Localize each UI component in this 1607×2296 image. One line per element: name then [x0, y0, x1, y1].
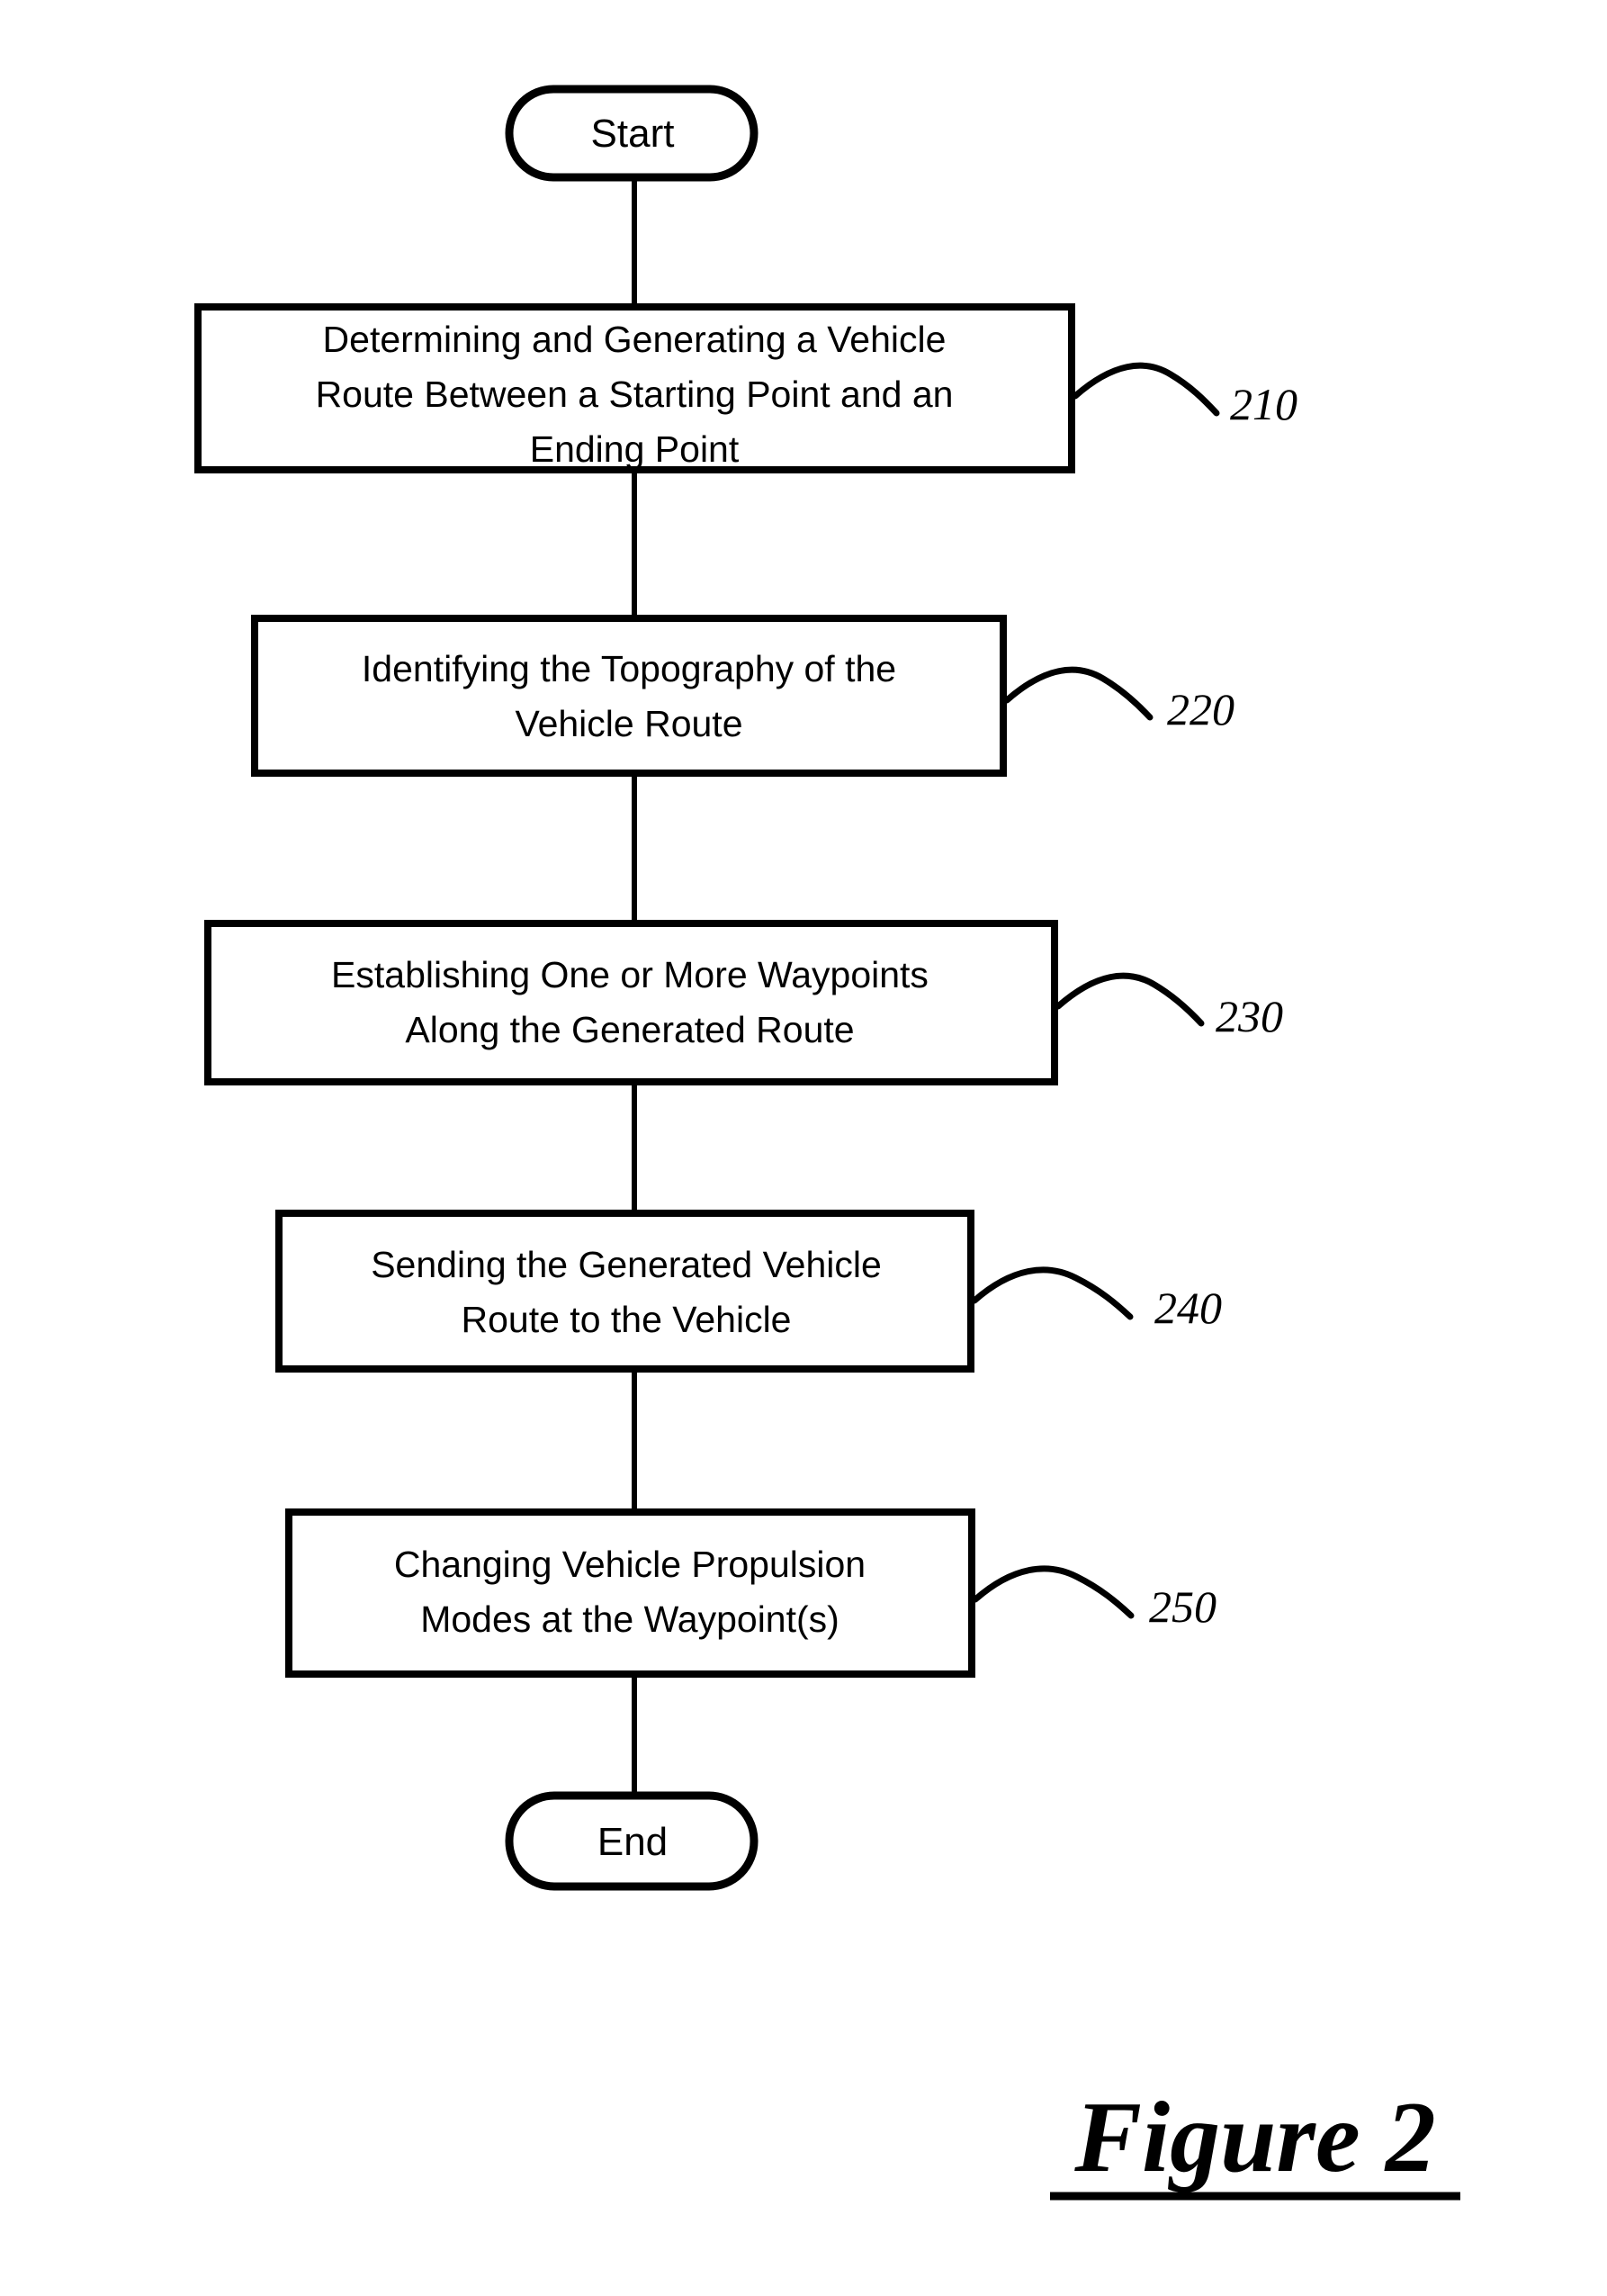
flowchart-svg: Start Determining and Generating a Vehic…: [194, 85, 1460, 2201]
step-230-label-line2: Along the Generated Route: [405, 1009, 854, 1050]
figure-caption-label: Figure 2: [1073, 2082, 1435, 2193]
leader-line-250: [972, 1565, 1135, 1619]
callout-210: 210: [1230, 379, 1297, 429]
step-220-label-line2: Vehicle Route: [515, 703, 742, 744]
patent-figure-canvas: Start Determining and Generating a Vehic…: [0, 0, 1607, 2296]
node-step-240: Sending the Generated Vehicle Route to t…: [275, 1210, 1222, 1373]
step-240-label-line2: Route to the Vehicle: [462, 1299, 792, 1340]
step-210-label-line1: Determining and Generating a Vehicle: [323, 319, 947, 360]
callout-250: 250: [1149, 1581, 1216, 1632]
node-step-220: Identifying the Topography of the Vehicl…: [251, 615, 1234, 777]
leader-line-240: [971, 1266, 1134, 1320]
step-220-label-line1: Identifying the Topography of the: [362, 648, 896, 689]
end-terminator-label: End: [597, 1820, 668, 1864]
step-210-label-line3: Ending Point: [530, 428, 740, 470]
step-230-box: [204, 920, 1058, 1085]
node-step-250: Changing Vehicle Propulsion Modes at the…: [285, 1508, 1216, 1678]
start-terminator-label: Start: [591, 112, 675, 156]
node-step-230: Establishing One or More Waypoints Along…: [204, 920, 1283, 1085]
figure-caption: Figure 2: [1050, 2082, 1460, 2201]
step-250-label-line2: Modes at the Waypoint(s): [420, 1598, 839, 1640]
step-250-label-line1: Changing Vehicle Propulsion: [394, 1544, 866, 1585]
callout-230: 230: [1216, 991, 1283, 1041]
leader-line-210: [1072, 362, 1220, 417]
step-210-label-line2: Route Between a Starting Point and an: [316, 374, 954, 415]
leader-line-230: [1055, 972, 1205, 1027]
step-230-label-line1: Establishing One or More Waypoints: [331, 954, 929, 995]
step-240-box: [275, 1210, 974, 1373]
node-end: End: [505, 1791, 759, 1891]
node-start: Start: [505, 85, 759, 182]
step-250-box: [285, 1508, 975, 1678]
node-step-210: Determining and Generating a Vehicle Rou…: [194, 303, 1297, 473]
callout-220: 220: [1167, 684, 1234, 734]
step-220-box: [251, 615, 1007, 777]
callout-240: 240: [1154, 1283, 1222, 1333]
leader-line-220: [1003, 666, 1154, 721]
step-240-label-line1: Sending the Generated Vehicle: [371, 1244, 882, 1285]
